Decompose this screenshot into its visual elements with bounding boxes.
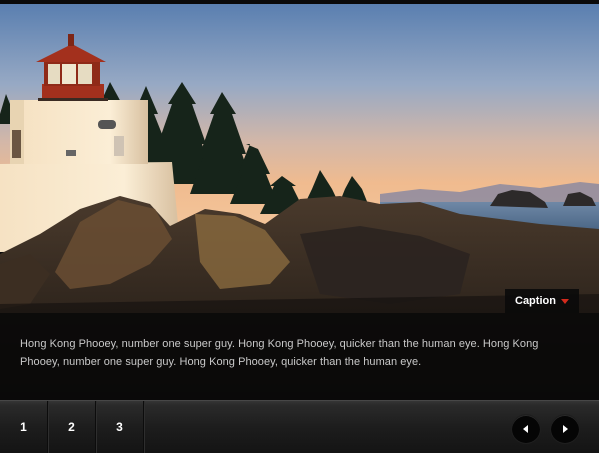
page-button-2[interactable]: 2 [48, 401, 96, 453]
page-button-3[interactable]: 3 [96, 401, 144, 453]
previous-slide-button[interactable] [512, 415, 540, 443]
caption-toggle-label: Caption [515, 295, 556, 307]
page-button-1[interactable]: 1 [0, 401, 48, 453]
slide-caption: Hong Kong Phooey, number one super guy. … [0, 313, 599, 400]
top-border [0, 0, 599, 4]
image-slider: Caption Hong Kong Phooey, number one sup… [0, 0, 599, 453]
pagination: 1 2 3 [0, 401, 144, 453]
caption-text: Hong Kong Phooey, number one super guy. … [20, 338, 539, 368]
chevron-left-icon [523, 425, 528, 433]
caption-toggle-button[interactable]: Caption [505, 289, 579, 313]
caret-down-icon [561, 299, 569, 304]
chevron-right-icon [563, 425, 568, 433]
slider-navigation: 1 2 3 [0, 400, 599, 453]
next-slide-button[interactable] [551, 415, 579, 443]
